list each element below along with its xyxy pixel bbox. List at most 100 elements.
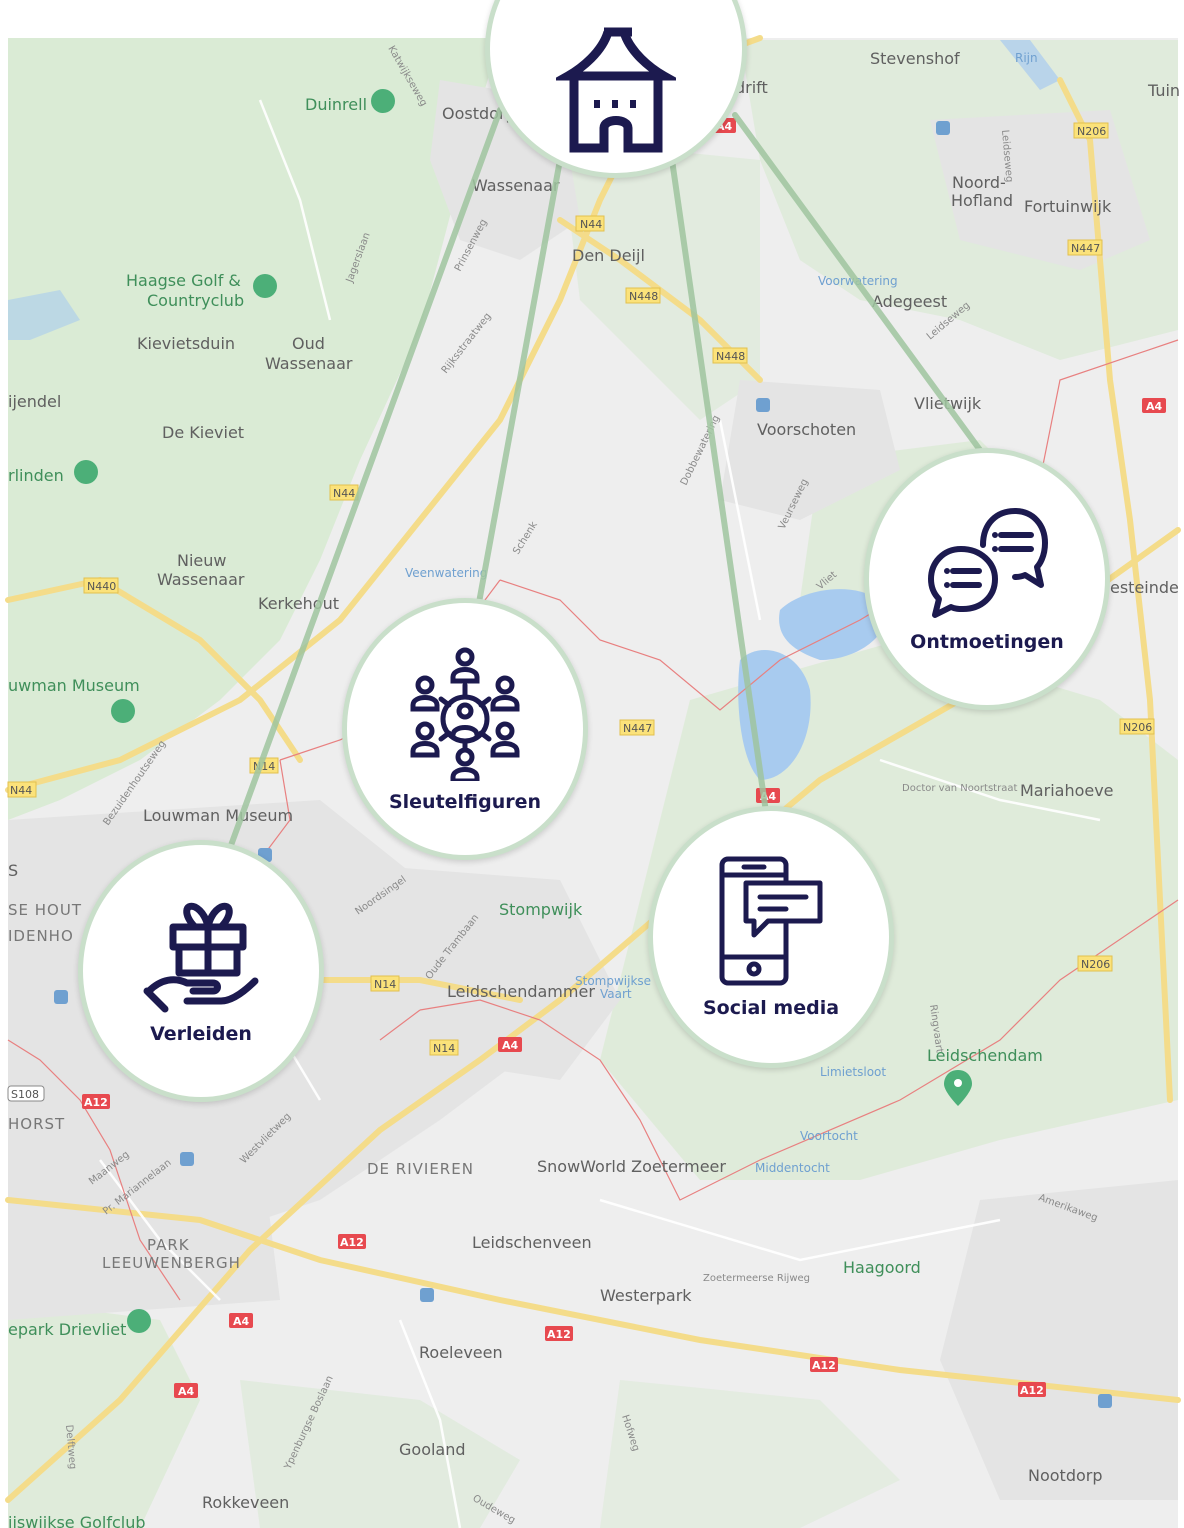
map-label-den-deijl: Den Deijl xyxy=(572,246,645,265)
map-label-leidschendammer: Stompwijk xyxy=(499,900,583,919)
map-label-oud: Oud xyxy=(292,334,325,353)
shield-a4-4: A4 xyxy=(174,1383,198,1398)
svg-text:A4: A4 xyxy=(233,1315,250,1328)
shield-a4-5: A4 xyxy=(756,788,780,803)
person-icon xyxy=(490,721,520,758)
node-social-media[interactable]: Social media xyxy=(648,806,894,1068)
map-label-gooland: Roeleveen xyxy=(419,1343,503,1362)
map-label-kievietsduin: Kievietsduin xyxy=(137,334,235,353)
node-verleiden[interactable]: Verleiden xyxy=(78,840,324,1102)
map-label-nieuw: Nieuw xyxy=(177,551,226,570)
shield-n447-top: N447 xyxy=(1067,239,1103,256)
shield-n206-mid: N206 xyxy=(1119,718,1155,735)
svg-text:S108: S108 xyxy=(11,1088,39,1101)
castle-gate-icon xyxy=(556,24,676,154)
shield-a12-1: A12 xyxy=(82,1094,110,1109)
map-label-horst: HORST xyxy=(8,1115,65,1133)
map-label-stevenshof: Stevenshof xyxy=(870,49,960,68)
map-label-meijendel: ijendel xyxy=(8,392,61,411)
map-label-westerpark: Haagoord xyxy=(843,1258,921,1277)
map-label-kerkehout: Kerkehout xyxy=(258,594,339,613)
gift-hand-icon xyxy=(143,897,259,1013)
map-label-de-kieviet: De Kieviet xyxy=(162,423,244,442)
shield-n206-low: N206 xyxy=(1077,955,1113,972)
shield-a4-2: A4 xyxy=(498,1037,522,1052)
map-label-idenho: IDENHO xyxy=(8,927,74,945)
svg-text:N14: N14 xyxy=(433,1042,455,1055)
svg-text:A4: A4 xyxy=(1146,400,1163,413)
map-label-vaart: Vaart xyxy=(600,987,632,1001)
person-icon xyxy=(410,721,440,758)
map-label-wassenaar-north: Wassenaar xyxy=(472,176,560,195)
node-label-social-media: Social media xyxy=(702,997,840,1019)
svg-text:A4: A4 xyxy=(178,1385,195,1398)
shield-n14-3: N14 xyxy=(429,1039,459,1056)
svg-text:N447: N447 xyxy=(623,722,652,735)
map-label-se-hout: SE HOUT xyxy=(8,901,82,919)
map-label-adegeest: Adegeest xyxy=(872,292,947,311)
map-label-de-rivieren: DE RIVIEREN xyxy=(367,1160,474,1178)
person-icon xyxy=(450,747,480,781)
map-label-haagse-golf: Haagse Golf & xyxy=(126,271,241,290)
map-label-leeuwenbergh: LEEUWENBERGH xyxy=(102,1254,241,1272)
map-label-park: PARK xyxy=(147,1236,190,1254)
shield-a4-3: A4 xyxy=(229,1313,253,1328)
svg-text:N440: N440 xyxy=(87,580,116,593)
map-label-oosteinde: esteinde xyxy=(1110,578,1179,597)
map-label-louwman: uwman Museum xyxy=(8,676,140,695)
map-label-nieuw-wassenaar: Wassenaar xyxy=(157,570,245,589)
map-label-limietsloot: Limietsloot xyxy=(820,1065,886,1079)
map-label-middentocht: Middentocht xyxy=(755,1161,830,1175)
train-station-icon xyxy=(936,121,950,135)
shield-n447-mid: N447 xyxy=(619,719,655,736)
phone-chat-icon xyxy=(716,855,826,987)
map-background[interactable]: Stevenshof Duinrell Oostdorp Wassenaar D… xyxy=(0,0,1184,1528)
svg-text:N44: N44 xyxy=(580,218,602,231)
shield-n206-top: N206 xyxy=(1073,122,1109,139)
node-sleutelfiguren[interactable]: Sleutelfiguren xyxy=(342,598,588,860)
map-label-rokkeveen: Nootdorp xyxy=(1028,1466,1103,1485)
poi-museum-icon[interactable] xyxy=(74,460,98,484)
svg-text:N206: N206 xyxy=(1123,721,1152,734)
svg-text:N44: N44 xyxy=(333,487,355,500)
svg-text:N206: N206 xyxy=(1077,125,1106,138)
map-label-veenwatering: Veenwatering xyxy=(405,566,487,580)
map-label-s: S xyxy=(8,861,18,880)
map-label-voortocht: Voortocht xyxy=(800,1129,858,1143)
map-label-hofland: Hofland xyxy=(951,191,1013,210)
node-label-ontmoetingen: Ontmoetingen xyxy=(910,631,1064,653)
map-label-ypenburg: Rokkeveen xyxy=(202,1493,289,1512)
shield-s108: S108 xyxy=(7,1085,45,1102)
poi-louwman-icon[interactable] xyxy=(111,699,135,723)
svg-text:A12: A12 xyxy=(547,1328,571,1341)
node-ontmoetingen[interactable]: Ontmoetingen xyxy=(864,448,1110,710)
poi-duinrell-icon[interactable] xyxy=(371,89,395,113)
person-icon xyxy=(450,647,480,684)
map-label-noord: Noord- xyxy=(952,173,1006,192)
poi-drievliet-icon[interactable] xyxy=(127,1309,151,1333)
shield-a12-5: A12 xyxy=(1018,1382,1046,1397)
shield-n448-1: N448 xyxy=(625,287,661,304)
map-label-fortuinwijk: Fortuinwijk xyxy=(1024,197,1112,216)
map-label-countryclub: Countryclub xyxy=(147,291,244,310)
map-label-nootdorp: Gooland xyxy=(399,1440,466,1459)
svg-text:A12: A12 xyxy=(340,1236,364,1249)
svg-text:N448: N448 xyxy=(716,350,745,363)
svg-text:A12: A12 xyxy=(84,1096,108,1109)
svg-text:N448: N448 xyxy=(629,290,658,303)
train-station-icon xyxy=(756,398,770,412)
shield-a4-1: A4 xyxy=(1142,398,1166,413)
map-label-roeleveen: Westerpark xyxy=(600,1286,692,1305)
map-label-oud-wassenaar: Wassenaar xyxy=(265,354,353,373)
train-station-icon xyxy=(1098,1394,1112,1408)
svg-text:N44: N44 xyxy=(10,784,32,797)
map-label-zoetermeerse-rijweg: Zoetermeerse Rijweg xyxy=(703,1273,810,1284)
svg-text:A12: A12 xyxy=(1020,1384,1044,1397)
shield-n448-2: N448 xyxy=(712,347,748,364)
svg-text:N447: N447 xyxy=(1071,242,1100,255)
shield-a12-2: A12 xyxy=(338,1234,366,1249)
poi-golf-icon[interactable] xyxy=(253,274,277,298)
shield-n440: N440 xyxy=(83,577,119,594)
train-station-icon xyxy=(54,990,68,1004)
map-label-mariahoeve: Louwman Museum xyxy=(143,806,293,825)
